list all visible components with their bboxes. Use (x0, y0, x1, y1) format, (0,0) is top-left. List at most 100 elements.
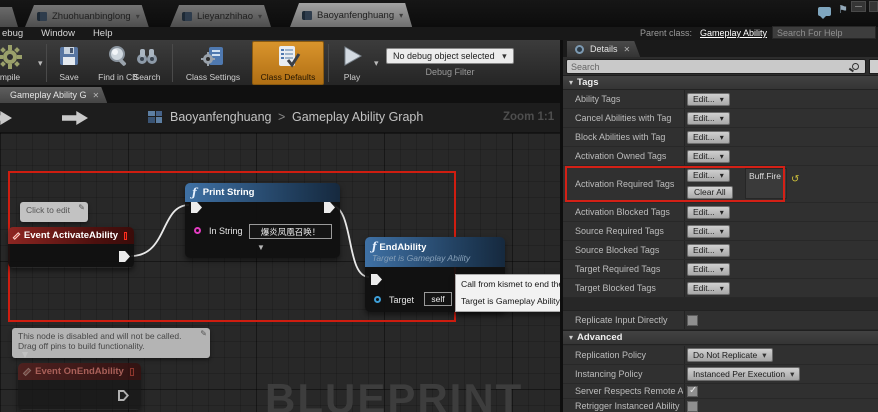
comment-bubble[interactable]: Click to edit ✎ (20, 202, 88, 222)
details-panel: Details ✕ ▾Tags Ability Tags Edit... Can… (560, 40, 878, 412)
details-tab[interactable]: Details ✕ (567, 41, 640, 57)
zoom-level-label: Zoom 1:1 (503, 111, 555, 123)
menu-debug[interactable]: ebug (2, 28, 23, 39)
compile-button[interactable]: mpile (0, 42, 36, 84)
edit-dropdown-button[interactable]: Edit... (687, 206, 730, 219)
edit-dropdown-button[interactable]: Edit... (687, 263, 730, 276)
asset-icon (37, 12, 47, 21)
chevron-down-icon[interactable]: ▾ (399, 11, 403, 20)
section-header-advanced[interactable]: ▾ Advanced (563, 330, 878, 345)
search-options-box[interactable] (869, 59, 878, 74)
row-retrigger: Retrigger Instanced Ability (563, 399, 878, 412)
close-icon[interactable]: ✕ (624, 45, 631, 54)
nav-back-arrow-icon[interactable] (0, 111, 12, 125)
feedback-chat-icon[interactable] (818, 7, 831, 19)
event-marker-icon (124, 231, 127, 240)
play-options-caret-icon[interactable]: ▾ (374, 58, 379, 69)
node-title: Event ActivateAbility (23, 230, 119, 241)
node-print-string[interactable]: ƒ Print String In String 爆炎凤凰召唤！ ▼ (185, 183, 340, 258)
string-pin-icon[interactable] (194, 227, 201, 234)
edit-dropdown-button[interactable]: Edit... (687, 112, 730, 125)
parent-class-label: Parent class: (640, 28, 693, 38)
row-target-blocked: Target Blocked Tags Edit... (563, 279, 878, 298)
target-value-input[interactable]: self (424, 292, 452, 306)
pin-label: Target (389, 295, 415, 305)
chevron-down-icon[interactable]: ▾ (136, 12, 140, 21)
title-bar: Zhuohuanbinglong ▾ Lieyanzhihao ▾ Baoyan… (0, 0, 878, 27)
target-pin-icon[interactable] (374, 296, 381, 303)
class-settings-icon (201, 47, 223, 66)
class-defaults-button[interactable]: Class Defaults (252, 41, 324, 85)
asset-tab-zhuohuanbinglong[interactable]: Zhuohuanbinglong ▾ (25, 5, 149, 27)
class-settings-button[interactable]: Class Settings (176, 42, 250, 84)
asset-icon (182, 12, 192, 21)
edit-dropdown-button[interactable]: Edit... (687, 244, 730, 257)
node-event-activate-ability[interactable]: Event ActivateAbility (8, 227, 134, 268)
blueprint-canvas[interactable]: BLUEPRINT Click to edit ✎ Event Activate… (0, 133, 560, 412)
asset-tab-label: Zhuohuanbinglong (52, 10, 131, 22)
row-replication-policy: Replication Policy Do Not Replicate (563, 346, 878, 365)
close-icon[interactable]: ✕ (93, 91, 100, 100)
revert-arrow-icon[interactable]: ↺ (791, 174, 799, 185)
binoculars-icon (137, 49, 157, 64)
row-activation-owned: Activation Owned Tags Edit... (563, 147, 878, 166)
function-icon: ƒ (192, 186, 197, 199)
asset-tab-lieyanzhihao[interactable]: Lieyanzhihao ▾ (170, 5, 271, 27)
chevron-down-icon[interactable]: ▾ (258, 12, 262, 21)
edit-dropdown-button[interactable]: Edit... (687, 131, 730, 144)
compile-options-caret-icon[interactable]: ▾ (38, 58, 43, 69)
section-header-tags[interactable]: ▾ Tags (563, 75, 878, 90)
pencil-icon[interactable]: ✎ (78, 203, 85, 212)
nav-forward-arrow-icon[interactable] (62, 111, 88, 125)
menu-window[interactable]: Window (41, 28, 75, 39)
expand-triangle-icon[interactable]: ▾ (569, 78, 573, 87)
breadcrumb-root[interactable]: Baoyanfenghuang (170, 110, 271, 124)
asset-icon (302, 11, 312, 20)
node-event-on-end-ability[interactable]: Event OnEndAbility (18, 363, 141, 410)
tooltip-line1: Call from kismet to end the ability natu… (461, 279, 560, 289)
instancing-policy-dropdown[interactable]: Instanced Per Execution (687, 367, 801, 381)
replication-policy-dropdown[interactable]: Do Not Replicate (687, 348, 773, 362)
play-button[interactable]: Play (332, 42, 372, 84)
row-source-blocked: Source Blocked Tags Edit... (563, 241, 878, 260)
retrigger-checkbox[interactable] (687, 401, 698, 412)
class-defaults-icon (279, 46, 301, 68)
pencil-icon[interactable]: ✎ (200, 329, 207, 338)
parent-class-link[interactable]: Gameplay Ability (700, 28, 767, 38)
replicate-input-checkbox[interactable] (687, 315, 698, 326)
expand-triangle-icon[interactable]: ▾ (569, 333, 573, 342)
details-search-input[interactable] (567, 61, 852, 72)
node-title: Print String (202, 187, 255, 198)
help-search-input[interactable] (772, 26, 876, 39)
row-cancel-abilities: Cancel Abilities with Tag Edit... (563, 109, 878, 128)
save-button[interactable]: Save (48, 42, 90, 84)
debug-object-dropdown[interactable]: No debug object selected (386, 48, 514, 64)
tooltip-line2: Target is Gameplay Ability (461, 296, 560, 306)
maximize-button[interactable] (869, 1, 878, 12)
string-value-input[interactable]: 爆炎凤凰召唤！ (249, 224, 332, 239)
disabled-node-note[interactable]: This node is disabled and will not be ca… (12, 328, 210, 358)
asset-tab-baoyanfenghuang[interactable]: Baoyanfenghuang ▾ (290, 3, 412, 27)
node-title: EndAbility (379, 242, 427, 253)
details-search-box[interactable] (566, 59, 866, 74)
highlight-red-box (565, 166, 785, 202)
breadcrumb-separator: > (278, 110, 286, 124)
edit-dropdown-button[interactable]: Edit... (687, 150, 730, 163)
menu-help[interactable]: Help (93, 28, 113, 39)
row-server-respects: Server Respects Remote Abilit (563, 384, 878, 399)
edit-dropdown-button[interactable]: Edit... (687, 93, 730, 106)
flag-icon[interactable]: ⚑ (838, 3, 848, 16)
asset-tab-partial[interactable] (0, 7, 18, 27)
search-button[interactable]: Search (124, 42, 170, 84)
graph-document-tab[interactable]: Gameplay Ability G ✕ (0, 87, 107, 103)
details-tab-label: Details (590, 44, 618, 54)
minimize-button[interactable]: — (851, 1, 866, 12)
server-respects-checkbox[interactable] (687, 385, 698, 397)
row-block-abilities: Block Abilities with Tag Edit... (563, 128, 878, 147)
collapse-arrow-icon[interactable]: ▼ (257, 243, 265, 252)
event-diamond-icon (22, 367, 32, 376)
toolbar: mpile ▾ Save Find in CB Search Class Set… (0, 40, 560, 86)
blueprint-graph-icon (148, 111, 163, 124)
edit-dropdown-button[interactable]: Edit... (687, 282, 730, 295)
edit-dropdown-button[interactable]: Edit... (687, 225, 730, 238)
